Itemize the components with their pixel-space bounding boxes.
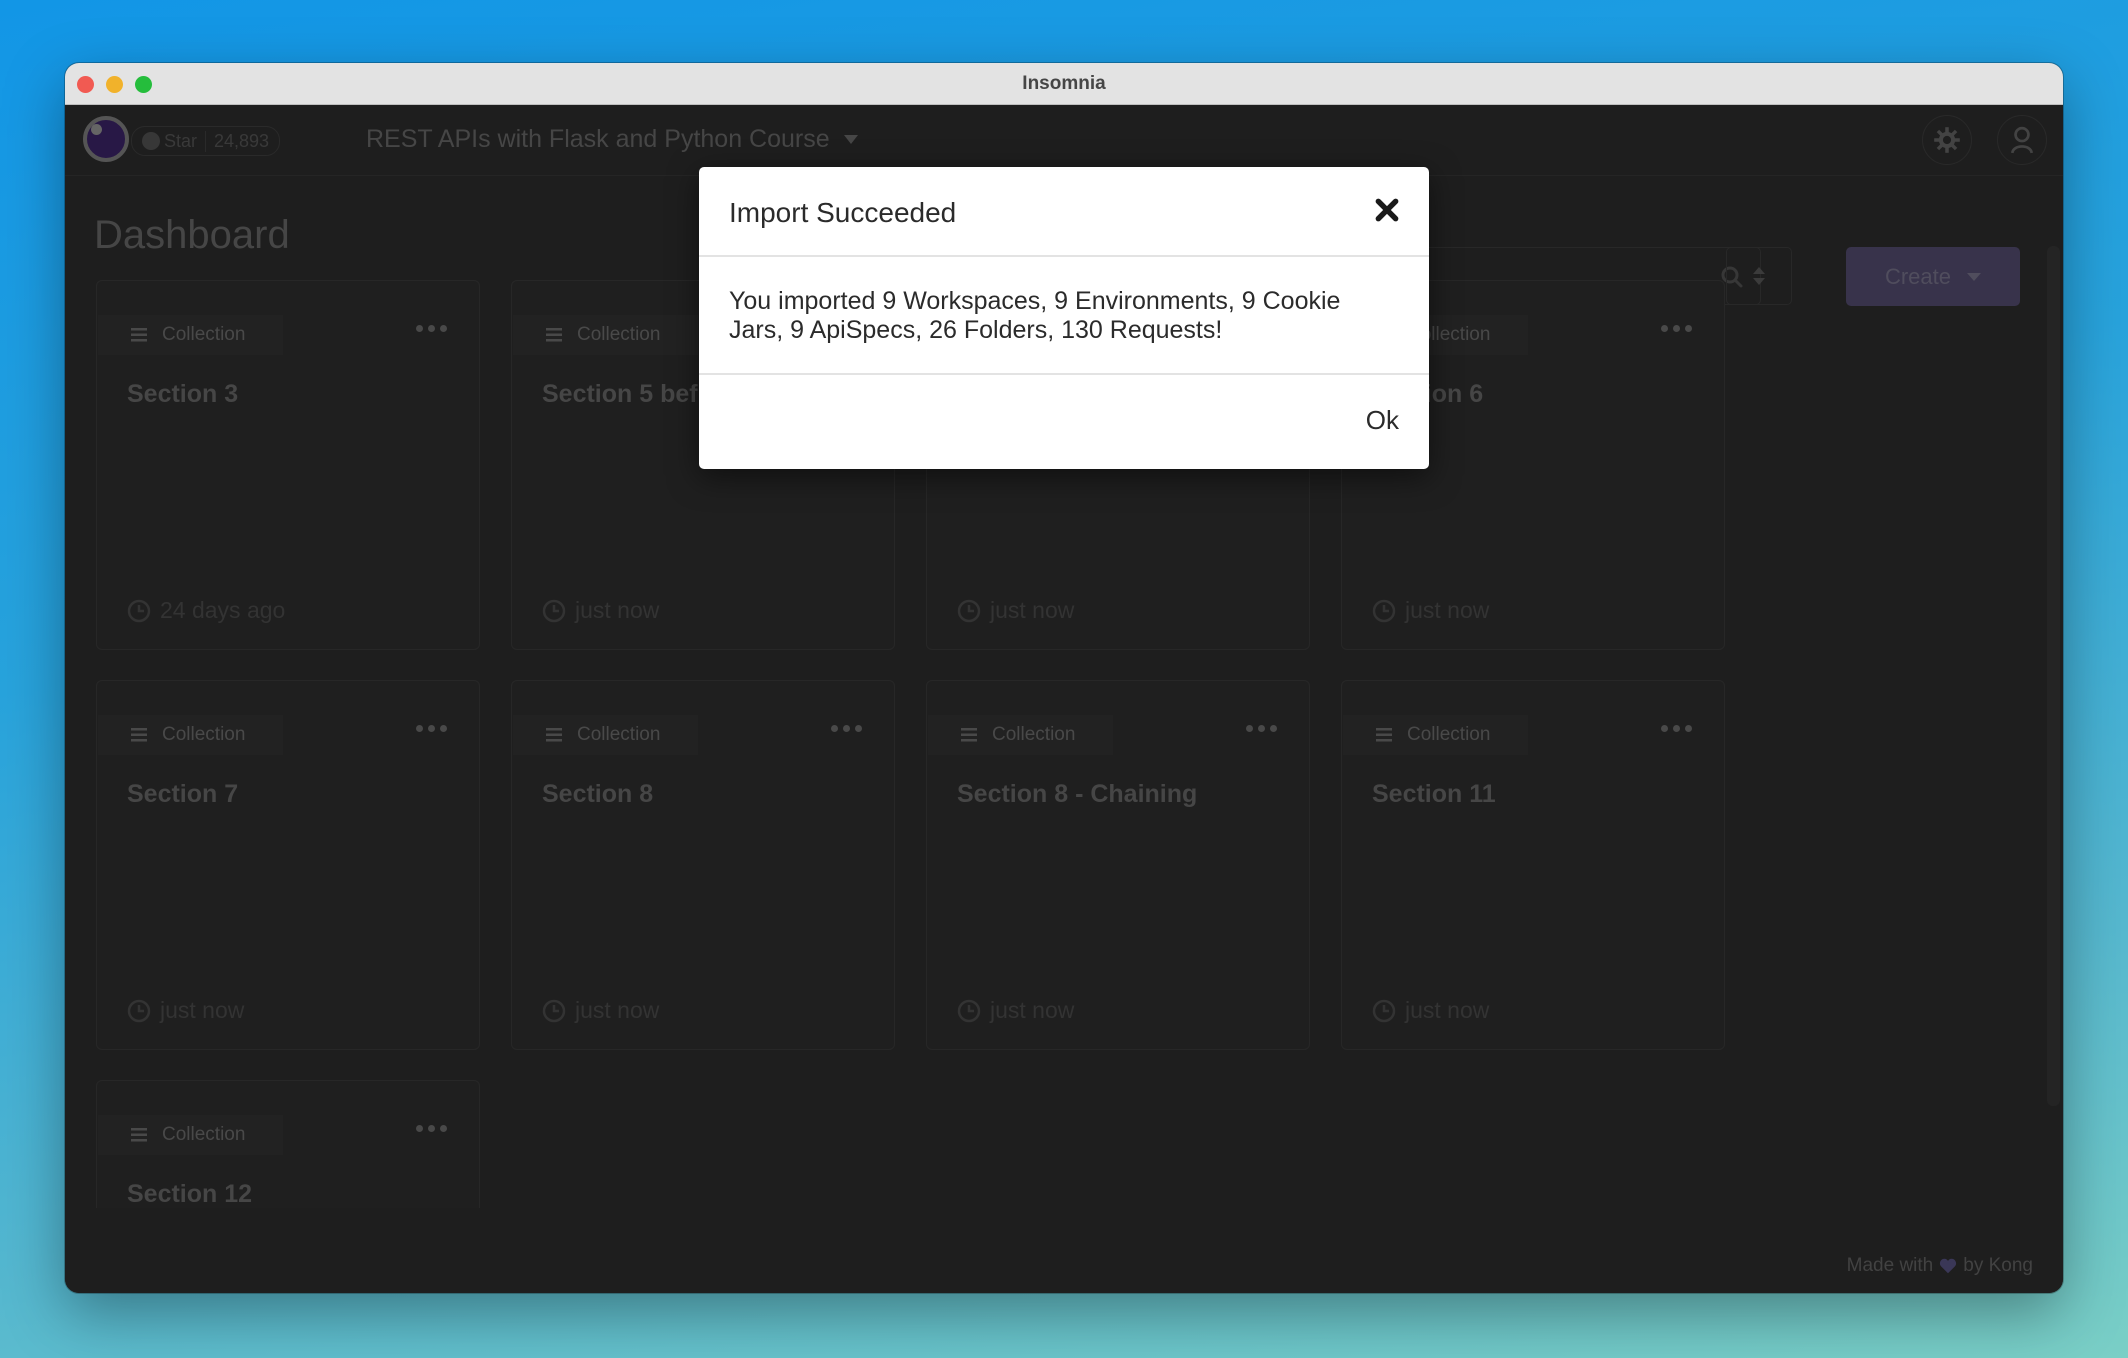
modal-message: You imported 9 Workspaces, 9 Environment…	[729, 287, 1341, 344]
app-window: Insomnia Star 24,893 REST APIs with Flas…	[65, 63, 2063, 1293]
modal-title: Import Succeeded	[729, 197, 957, 228]
ok-button[interactable]: Ok	[1366, 405, 1399, 436]
close-icon	[1375, 198, 1399, 222]
modal-footer: Ok	[699, 373, 1429, 471]
modal-header: Import Succeeded	[699, 167, 1429, 257]
modal-close-button[interactable]	[1373, 197, 1401, 225]
import-success-modal: Import Succeeded You imported 9 Workspac…	[699, 167, 1429, 469]
